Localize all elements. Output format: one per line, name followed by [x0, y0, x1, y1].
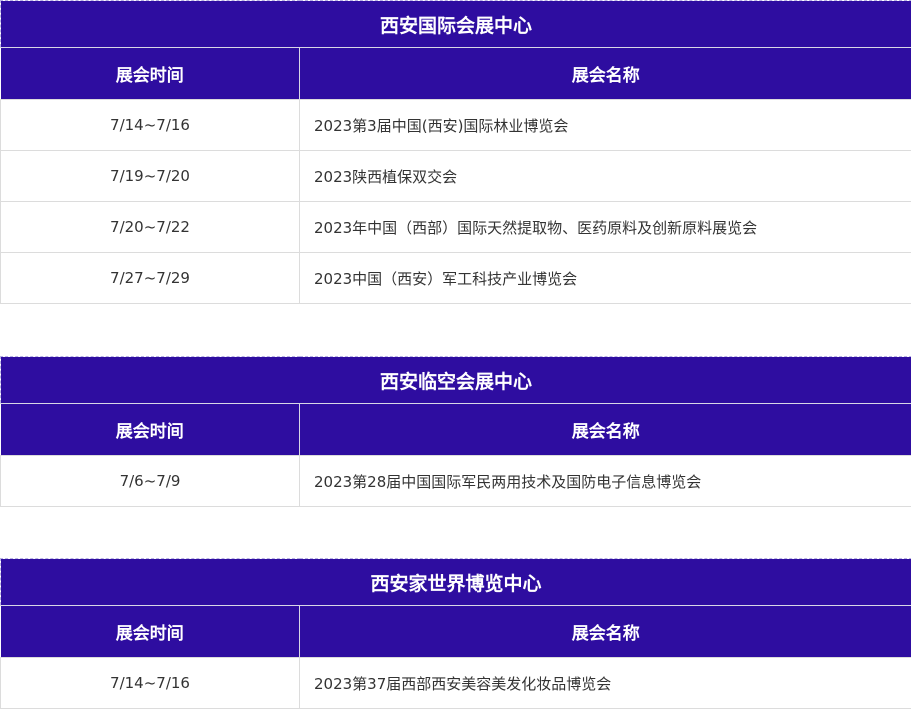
- column-header-name: 展会名称: [299, 47, 911, 100]
- table-row: 7/14~7/16 2023第3届中国(西安)国际林业博览会: [0, 99, 911, 151]
- venue-title: 西安家世界博览中心: [0, 558, 911, 606]
- exhibition-name: 2023第28届中国国际军民两用技术及国防电子信息博览会: [298, 455, 911, 507]
- exhibition-name: 2023年中国（西部）国际天然提取物、医药原料及创新原料展览会: [298, 201, 911, 253]
- section-xian-linkong-expo: 西安临空会展中心 展会时间 展会名称 7/6~7/9 2023第28届中国国际军…: [0, 356, 911, 507]
- exhibition-date: 7/14~7/16: [0, 99, 300, 151]
- exhibition-date: 7/27~7/29: [0, 252, 300, 304]
- exhibition-date: 7/19~7/20: [0, 150, 300, 202]
- exhibition-table: 西安临空会展中心 展会时间 展会名称 7/6~7/9 2023第28届中国国际军…: [0, 356, 911, 507]
- table-row: 7/14~7/16 2023第37届西部西安美容美发化妆品博览会: [0, 657, 911, 709]
- column-header-date: 展会时间: [0, 47, 300, 100]
- exhibition-name: 2023陕西植保双交会: [298, 150, 911, 202]
- exhibition-name: 2023中国（西安）军工科技产业博览会: [298, 252, 911, 304]
- exhibition-name: 2023第37届西部西安美容美发化妆品博览会: [298, 657, 911, 709]
- column-header-name: 展会名称: [299, 403, 911, 456]
- section-xian-home-world-expo: 西安家世界博览中心 展会时间 展会名称 7/14~7/16 2023第37届西部…: [0, 558, 911, 709]
- table-row: 7/20~7/22 2023年中国（西部）国际天然提取物、医药原料及创新原料展览…: [0, 201, 911, 253]
- exhibition-date: 7/14~7/16: [0, 657, 300, 709]
- venue-title: 西安临空会展中心: [0, 356, 911, 404]
- exhibition-table: 西安国际会展中心 展会时间 展会名称 7/14~7/16 2023第3届中国(西…: [0, 0, 911, 304]
- section-xian-international-expo: 西安国际会展中心 展会时间 展会名称 7/14~7/16 2023第3届中国(西…: [0, 0, 911, 304]
- column-header-date: 展会时间: [0, 403, 300, 456]
- table-row: 7/19~7/20 2023陕西植保双交会: [0, 150, 911, 202]
- exhibition-name: 2023第3届中国(西安)国际林业博览会: [298, 99, 911, 151]
- table-row: 7/6~7/9 2023第28届中国国际军民两用技术及国防电子信息博览会: [0, 455, 911, 507]
- table-row: 7/27~7/29 2023中国（西安）军工科技产业博览会: [0, 252, 911, 304]
- exhibition-date: 7/6~7/9: [0, 455, 300, 507]
- column-header-name: 展会名称: [299, 605, 911, 658]
- exhibition-table: 西安家世界博览中心 展会时间 展会名称 7/14~7/16 2023第37届西部…: [0, 558, 911, 709]
- exhibition-date: 7/20~7/22: [0, 201, 300, 253]
- column-header-date: 展会时间: [0, 605, 300, 658]
- venue-title: 西安国际会展中心: [0, 0, 911, 48]
